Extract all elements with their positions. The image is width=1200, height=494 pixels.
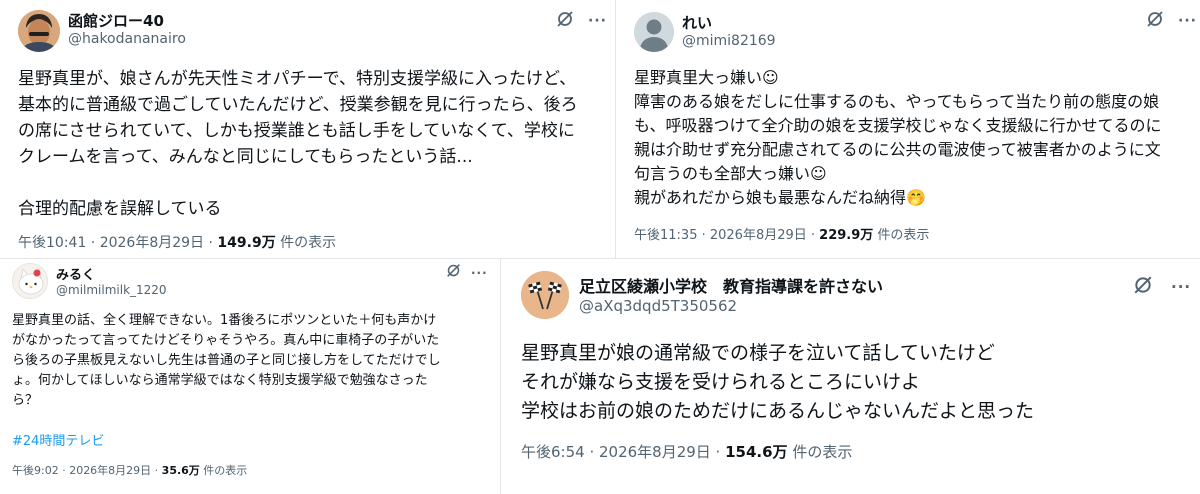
post-tools: ···	[1146, 10, 1197, 32]
tweet-card: みるく @milmilmilk_1220 ··· 星野真里の話、全く理解できない…	[0, 258, 500, 494]
view-count: 149.9万	[217, 235, 276, 251]
tweet-text: 星野真里の話、全く理解できない。1番後ろにポツンといた＋何も声かけ がなかったっ…	[12, 313, 441, 408]
display-name[interactable]: 足立区綾瀬小学校 教育指導課を許さない	[579, 273, 883, 297]
view-count: 154.6万	[725, 443, 788, 461]
tweet-meta: 午後10:41 · 2026年8月29日 · 149.9万 件の表示	[18, 232, 336, 252]
tweet-text: 星野真里大っ嫌い☺ 障害のある娘をだしに仕事するのも、やってもらって当たり前の態…	[634, 68, 1162, 207]
tweet-text: 星野真里が、娘さんが先天性ミオパチーで、特別支援学級に入ったけど、 基本的に普通…	[18, 69, 578, 219]
checkered-flags-icon[interactable]	[521, 271, 569, 319]
user-handle[interactable]: @milmilmilk_1220	[56, 283, 167, 297]
grok-icon[interactable]	[1146, 10, 1164, 32]
grok-icon[interactable]	[446, 263, 461, 282]
timestamp[interactable]: 午後9:02 · 2026年8月29日 ·	[12, 464, 162, 477]
post-tools: ···	[446, 263, 488, 282]
default-profile-icon[interactable]	[634, 12, 674, 52]
grok-icon[interactable]	[1133, 275, 1153, 299]
tweet-card: れい @mimi82169 ··· 星野真里大っ嫌い☺ 障害のある娘をだしに仕事…	[615, 0, 1200, 258]
timestamp[interactable]: 午後10:41 · 2026年8月29日 ·	[18, 235, 217, 251]
view-label: 件の表示	[787, 443, 853, 461]
user-handle[interactable]: @hakodananairo	[68, 31, 186, 47]
view-count: 35.6万	[161, 464, 200, 477]
display-name[interactable]: れい	[682, 12, 712, 33]
person-avatar-icon[interactable]	[18, 10, 60, 52]
cat-avatar-icon[interactable]	[12, 263, 48, 299]
post-tools: ···	[1133, 275, 1191, 299]
grok-icon[interactable]	[556, 10, 574, 32]
hashtag-link[interactable]: #24時間テレビ	[12, 430, 104, 449]
tweet-card: 足立区綾瀬小学校 教育指導課を許さない @aXq3dqd5T350562 ···…	[500, 258, 1200, 494]
tweet-meta: 午後9:02 · 2026年8月29日 · 35.6万 件の表示	[12, 462, 247, 478]
timestamp[interactable]: 午後6:54 · 2026年8月29日 ·	[521, 443, 725, 461]
display-name[interactable]: 函館ジロー40	[68, 10, 164, 31]
user-handle[interactable]: @mimi82169	[682, 33, 776, 49]
user-handle[interactable]: @aXq3dqd5T350562	[579, 297, 737, 315]
post-tools: ···	[556, 10, 607, 32]
more-options-icon[interactable]: ···	[1171, 278, 1191, 296]
view-label: 件の表示	[873, 228, 930, 243]
more-options-icon[interactable]: ···	[471, 266, 488, 280]
view-count: 229.9万	[819, 228, 874, 243]
display-name[interactable]: みるく	[56, 264, 95, 283]
view-label: 件の表示	[199, 464, 248, 477]
tweet-card: 函館ジロー40 @hakodananairo ··· 星野真里が、娘さんが先天性…	[0, 0, 615, 258]
more-options-icon[interactable]: ···	[588, 13, 607, 29]
tweet-meta: 午後6:54 · 2026年8月29日 · 154.6万 件の表示	[521, 441, 852, 462]
tweet-text: 星野真里が娘の通常級での様子を泣いて話していたけど それが嫌なら支援を受けられる…	[521, 342, 1035, 422]
timestamp[interactable]: 午後11:35 · 2026年8月29日 ·	[634, 228, 819, 243]
view-label: 件の表示	[275, 235, 337, 251]
tweet-meta: 午後11:35 · 2026年8月29日 · 229.9万 件の表示	[634, 224, 929, 243]
more-options-icon[interactable]: ···	[1178, 13, 1197, 29]
